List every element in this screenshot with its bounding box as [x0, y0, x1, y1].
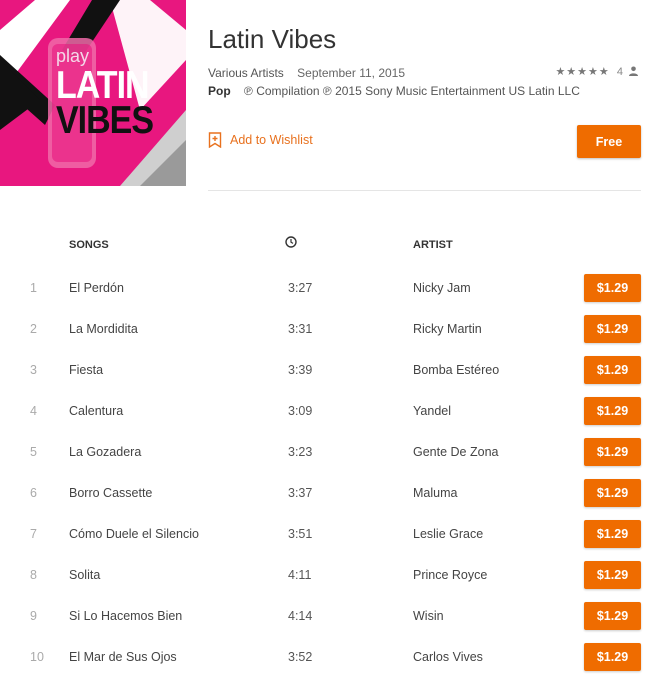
buy-track-button[interactable]: $1.29 — [584, 561, 641, 589]
track-artist[interactable]: Prince Royce — [413, 568, 487, 582]
buy-track-button[interactable]: $1.29 — [584, 520, 641, 548]
track-duration: 3:23 — [288, 445, 313, 459]
track-number: 10 — [30, 650, 44, 664]
track-number: 4 — [30, 404, 37, 418]
track-duration: 3:09 — [288, 404, 313, 418]
track-number: 8 — [30, 568, 37, 582]
track-title[interactable]: Si Lo Hacemos Bien — [69, 609, 182, 623]
release-date: September 11, 2015 — [297, 66, 406, 80]
clock-icon — [285, 236, 297, 251]
artist-column-header: ARTIST — [413, 239, 453, 251]
bookmark-plus-icon — [208, 132, 222, 148]
track-duration: 4:11 — [288, 568, 312, 582]
track-duration: 3:37 — [288, 486, 313, 500]
track-duration: 3:31 — [288, 322, 313, 336]
header-divider — [208, 190, 641, 191]
track-duration: 3:51 — [288, 527, 313, 541]
track-row[interactable]: 9 Si Lo Hacemos Bien 4:14 Wisin $1.29 — [0, 595, 668, 636]
track-artist[interactable]: Bomba Estéreo — [413, 363, 499, 377]
track-title[interactable]: El Perdón — [69, 281, 124, 295]
track-title[interactable]: Cómo Duele el Silencio — [69, 527, 199, 541]
buy-track-button[interactable]: $1.29 — [584, 274, 641, 302]
track-number: 7 — [30, 527, 37, 541]
track-number: 5 — [30, 445, 37, 459]
buy-track-button[interactable]: $1.29 — [584, 356, 641, 384]
track-number: 3 — [30, 363, 37, 377]
track-title[interactable]: El Mar de Sus Ojos — [69, 650, 177, 664]
rating-count: 4 — [616, 66, 623, 78]
copyright-text: ℗ Compilation ℗ 2015 Sony Music Entertai… — [244, 84, 580, 98]
buy-track-button[interactable]: $1.29 — [584, 643, 641, 671]
track-title[interactable]: Borro Cassette — [69, 486, 152, 500]
rating-stars: ★★★★★ — [555, 66, 610, 78]
track-row[interactable]: 2 La Mordidita 3:31 Ricky Martin $1.29 — [0, 308, 668, 349]
track-duration: 3:52 — [288, 650, 313, 664]
free-button[interactable]: Free — [577, 125, 641, 158]
track-artist[interactable]: Carlos Vives — [413, 650, 483, 664]
rating-summary: ★★★★★ 4 — [555, 65, 638, 79]
track-row[interactable]: 8 Solita 4:11 Prince Royce $1.29 — [0, 554, 668, 595]
buy-track-button[interactable]: $1.29 — [584, 602, 641, 630]
track-list: 1 El Perdón 3:27 Nicky Jam $1.29 2 La Mo… — [0, 267, 668, 677]
track-row[interactable]: 10 El Mar de Sus Ojos 3:52 Carlos Vives … — [0, 636, 668, 677]
track-artist[interactable]: Gente De Zona — [413, 445, 498, 459]
track-artist[interactable]: Leslie Grace — [413, 527, 483, 541]
genre-link[interactable]: Pop — [208, 84, 231, 98]
track-duration: 4:14 — [288, 609, 313, 623]
track-row[interactable]: 7 Cómo Duele el Silencio 3:51 Leslie Gra… — [0, 513, 668, 554]
track-artist[interactable]: Yandel — [413, 404, 451, 418]
album-details: Pop ℗ Compilation ℗ 2015 Sony Music Ente… — [208, 84, 580, 98]
track-title[interactable]: Fiesta — [69, 363, 103, 377]
add-to-wishlist-button[interactable]: Add to Wishlist — [208, 132, 313, 148]
album-meta: Various Artists September 11, 2015 — [208, 66, 405, 80]
track-row[interactable]: 6 Borro Cassette 3:37 Maluma $1.29 — [0, 472, 668, 513]
buy-track-button[interactable]: $1.29 — [584, 438, 641, 466]
track-duration: 3:39 — [288, 363, 313, 377]
track-row[interactable]: 3 Fiesta 3:39 Bomba Estéreo $1.29 — [0, 349, 668, 390]
track-artist[interactable]: Maluma — [413, 486, 457, 500]
songs-column-header: SONGS — [69, 239, 109, 251]
track-title[interactable]: La Mordidita — [69, 322, 138, 336]
album-title: Latin Vibes — [208, 24, 337, 54]
album-artist-link[interactable]: Various Artists — [208, 66, 284, 80]
track-artist[interactable]: Nicky Jam — [413, 281, 471, 295]
track-artist[interactable]: Wisin — [413, 609, 444, 623]
track-number: 9 — [30, 609, 37, 623]
buy-track-button[interactable]: $1.29 — [584, 315, 641, 343]
buy-track-button[interactable]: $1.29 — [584, 397, 641, 425]
track-title[interactable]: Calentura — [69, 404, 123, 418]
track-row[interactable]: 4 Calentura 3:09 Yandel $1.29 — [0, 390, 668, 431]
track-row[interactable]: 1 El Perdón 3:27 Nicky Jam $1.29 — [0, 267, 668, 308]
track-title[interactable]: La Gozadera — [69, 445, 141, 459]
user-icon — [629, 66, 638, 79]
album-cover[interactable]: play LATIN VIBES — [0, 0, 186, 186]
track-row[interactable]: 5 La Gozadera 3:23 Gente De Zona $1.29 — [0, 431, 668, 472]
track-duration: 3:27 — [288, 281, 313, 295]
track-number: 1 — [30, 281, 37, 295]
track-number: 6 — [30, 486, 37, 500]
track-number: 2 — [30, 322, 37, 336]
wishlist-label: Add to Wishlist — [230, 133, 313, 147]
buy-track-button[interactable]: $1.29 — [584, 479, 641, 507]
cover-vibes-text: VIBES — [56, 98, 154, 143]
track-title[interactable]: Solita — [69, 568, 100, 582]
track-artist[interactable]: Ricky Martin — [413, 322, 482, 336]
